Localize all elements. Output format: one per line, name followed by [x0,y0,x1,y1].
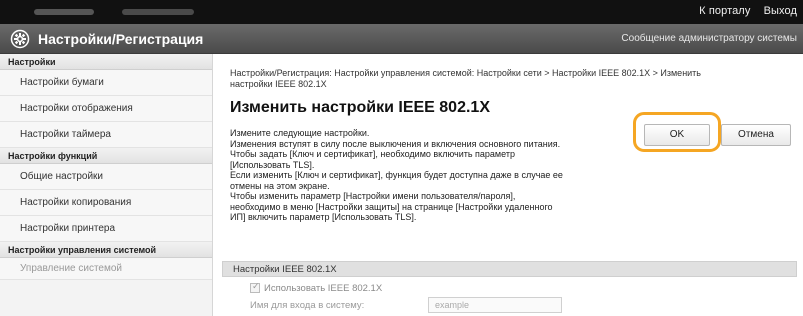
sidebar-group-system: Настройки управления системой [0,242,212,258]
description-line: Чтобы задать [Ключ и сертификат], необхо… [230,149,515,159]
top-bar: К порталу Выход [0,0,803,24]
sidebar: Настройки Настройки бумаги Настройки ото… [0,54,213,316]
breadcrumb-line-2: настройки IEEE 802.1X [230,79,327,89]
description-line: [Использовать TLS]. [230,159,315,170]
sidebar-group-functions: Настройки функций [0,148,212,164]
header-bar: Настройки/Регистрация Сообщение админист… [0,24,803,54]
portal-link[interactable]: К порталу [699,5,750,17]
breadcrumb: Настройки/Регистрация: Настройки управле… [230,68,796,90]
sidebar-item-paper[interactable]: Настройки бумаги [0,70,212,96]
sidebar-item-printer[interactable]: Настройки принтера [0,216,212,242]
description-line: ИП] включить параметр [Использовать TLS]… [230,212,417,222]
sidebar-item-timer[interactable]: Настройки таймера [0,122,212,148]
sidebar-item-copy[interactable]: Настройки копирования [0,190,212,216]
logout-link[interactable]: Выход [764,5,797,17]
description-line: Если изменить [Ключ и сертификат], функц… [230,170,563,180]
sidebar-item-system-management[interactable]: Управление системой [0,258,212,280]
login-name-label: Имя для входа в систему: [250,300,365,311]
page-title: Изменить настройки IEEE 802.1X [230,99,490,116]
gear-icon [10,29,30,49]
breadcrumb-line-1: Настройки/Регистрация: Настройки управле… [230,68,701,78]
use-ieee-checkbox[interactable] [250,281,260,294]
section-title: Настройки IEEE 802.1X [233,264,337,275]
use-ieee-label: Использовать IEEE 802.1X [264,283,383,294]
cancel-button[interactable]: Отмена [721,124,791,146]
login-name-input[interactable] [428,297,562,313]
description-line: Чтобы изменить параметр [Настройки имени… [230,191,516,201]
admin-message-link[interactable]: Сообщение администратору системы [621,33,797,44]
sidebar-item-display[interactable]: Настройки отображения [0,96,212,122]
description-line: необходимо в меню [Настройки защиты] на … [230,201,553,212]
description: Измените следующие настройки. Изменения … [230,128,650,223]
section-header: Настройки IEEE 802.1X [222,261,797,277]
app-title: Настройки/Регистрация [38,31,204,47]
description-line: Изменения вступят в силу после выключени… [230,138,561,149]
blurred-device-name [122,9,194,15]
blurred-brand [34,9,94,15]
sidebar-item-common[interactable]: Общие настройки [0,164,212,190]
use-ieee-row: Использовать IEEE 802.1X [250,281,383,294]
ok-button[interactable]: OK [644,124,710,146]
sidebar-group-settings: Настройки [0,54,212,70]
description-line: Измените следующие настройки. [230,128,370,138]
description-line: отмены на этом экране. [230,180,330,191]
main-content: Настройки/Регистрация: Настройки управле… [214,54,803,316]
top-links: К порталу Выход [689,5,797,17]
